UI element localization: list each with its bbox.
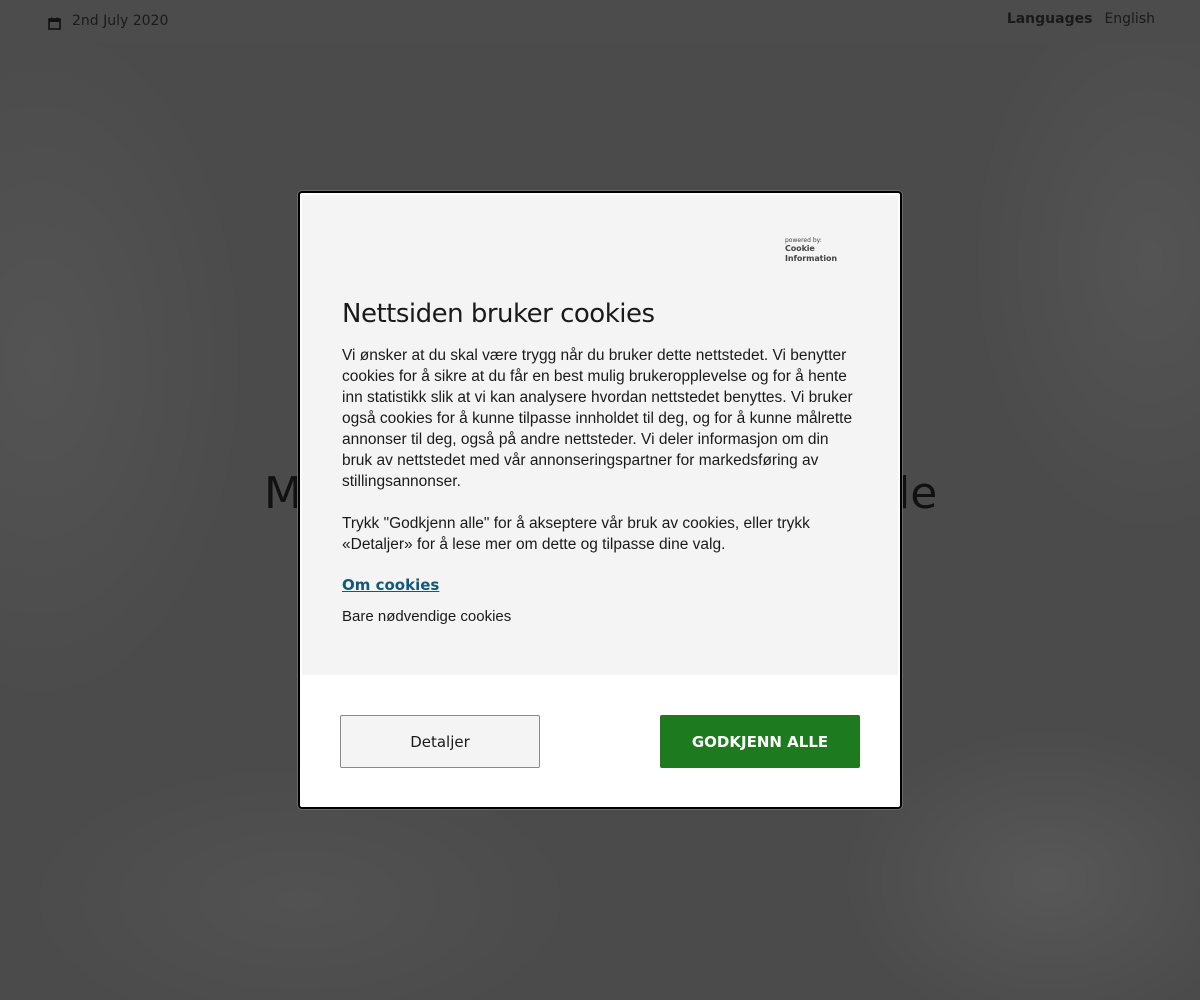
hero-title-fragment-right: le bbox=[898, 468, 938, 519]
details-button[interactable]: Detaljer bbox=[340, 715, 540, 768]
calendar-icon bbox=[48, 15, 61, 30]
powered-by-brand: Cookie Information bbox=[785, 244, 837, 263]
cookie-dialog-content: powered by: Cookie Information Nettsiden… bbox=[302, 195, 898, 675]
powered-by-label: powered by: bbox=[785, 237, 822, 244]
necessary-cookies-option[interactable]: Bare nødvendige cookies bbox=[342, 608, 511, 625]
language-value[interactable]: English bbox=[1104, 11, 1155, 27]
date-display: 2nd July 2020 bbox=[48, 11, 168, 31]
cookie-dialog-instructions: Trykk "Godkjenn alle" for å akseptere vå… bbox=[342, 515, 810, 553]
languages-label: Languages bbox=[1006, 11, 1093, 27]
cookie-dialog-title: Nettsiden bruker cookies bbox=[342, 299, 655, 329]
top-bar: 2nd July 2020 Languages English bbox=[0, 0, 1200, 42]
date-text: 2nd July 2020 bbox=[72, 13, 169, 29]
cookie-dialog-body: Vi ønsker at du skal være trygg når du b… bbox=[342, 347, 853, 490]
cookie-consent-dialog: powered by: Cookie Information Nettsiden… bbox=[298, 191, 902, 809]
powered-by-logo: powered by: Cookie Information bbox=[785, 237, 865, 264]
hero-title-fragment-left: M bbox=[264, 468, 302, 519]
accept-all-button[interactable]: GODKJENN ALLE bbox=[660, 715, 860, 768]
about-cookies-link[interactable]: Om cookies bbox=[342, 576, 439, 594]
language-selector[interactable]: Languages English bbox=[1007, 11, 1155, 27]
